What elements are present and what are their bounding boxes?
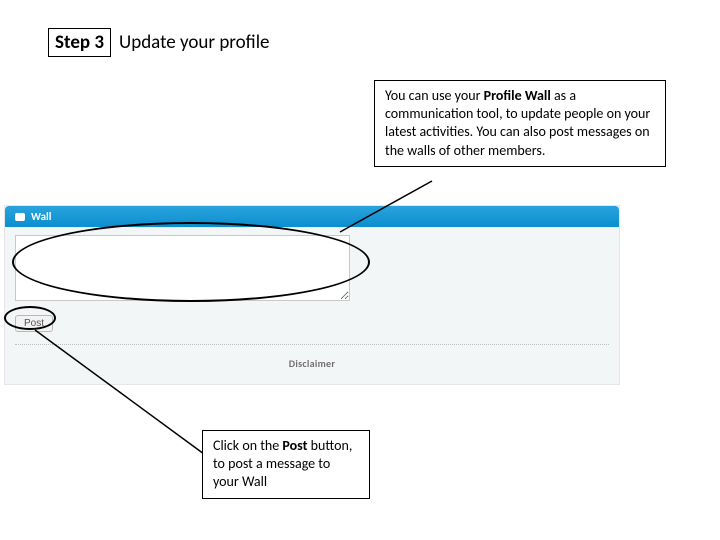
callout-bold: Profile Wall (484, 87, 551, 104)
speech-bubble-icon (15, 213, 25, 221)
callout-post-button: Click on the Post button, to post a mess… (202, 430, 370, 499)
wall-message-input[interactable] (15, 235, 350, 301)
callout-text: Click on the (213, 437, 282, 454)
callout-profile-wall: You can use your Profile Wall as a commu… (374, 80, 666, 167)
wall-title: Wall (31, 210, 51, 223)
callout-bold: Post (282, 437, 307, 454)
post-button[interactable]: Post (15, 315, 53, 332)
wall-header-bar: Wall (5, 206, 619, 227)
app-screenshot: Wall Post Disclaimer (4, 205, 620, 385)
disclaimer-link[interactable]: Disclaimer (5, 357, 619, 384)
step-badge: Step 3 (48, 28, 111, 57)
divider (15, 344, 609, 345)
step-header: Step 3 Update your profile (48, 28, 270, 57)
callout-text: You can use your (385, 87, 484, 104)
page-title: Update your profile (119, 31, 269, 54)
